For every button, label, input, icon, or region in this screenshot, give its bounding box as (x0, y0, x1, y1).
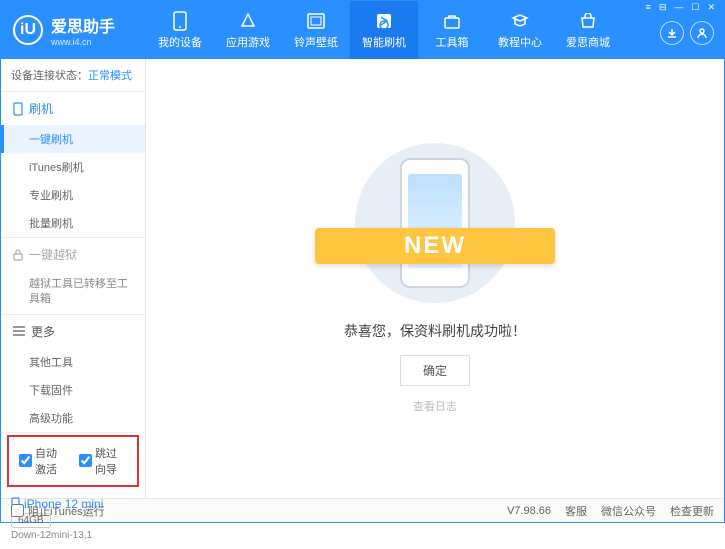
checkbox-input[interactable] (19, 454, 32, 467)
nav-store[interactable]: 爱思商城 (554, 1, 622, 59)
device-firmware: Down-12mini-13,1 (11, 530, 135, 541)
nav-apps[interactable]: 应用游戏 (214, 1, 282, 59)
nav-label: 我的设备 (158, 34, 202, 50)
sidebar-item-itunes-flash[interactable]: iTunes刷机 (1, 153, 145, 181)
status-value: 正常模式 (88, 70, 132, 82)
support-link[interactable]: 客服 (565, 503, 587, 519)
nav-label: 智能刷机 (362, 34, 406, 50)
lock-icon (13, 249, 23, 261)
nav-flash[interactable]: 智能刷机 (350, 1, 418, 59)
nav-label: 教程中心 (498, 34, 542, 50)
device-status: 设备连接状态：正常模式 (1, 59, 145, 92)
sidebar-item-pro-flash[interactable]: 专业刷机 (1, 181, 145, 209)
phone-icon (170, 11, 190, 31)
options-highlighted-box: 自动激活 跳过向导 (7, 435, 139, 487)
wallpaper-icon (306, 11, 326, 31)
checkbox-input[interactable] (11, 504, 24, 517)
nav-ringtones[interactable]: 铃声壁纸 (282, 1, 350, 59)
view-log-link[interactable]: 查看日志 (413, 398, 457, 414)
sidebar-label: 更多 (31, 323, 55, 340)
nav-toolbox[interactable]: 工具箱 (418, 1, 486, 59)
sidebar-item-download-firmware[interactable]: 下载固件 (1, 376, 145, 404)
sidebar-flash-title[interactable]: 刷机 (1, 92, 145, 125)
wechat-link[interactable]: 微信公众号 (601, 503, 656, 519)
app-title: 爱思助手 (51, 13, 115, 37)
nav-label: 爱思商城 (566, 34, 610, 50)
sidebar-item-batch-flash[interactable]: 批量刷机 (1, 209, 145, 237)
nav-label: 应用游戏 (226, 34, 270, 50)
phone-illustration (400, 158, 470, 288)
success-message: 恭喜您，保资料刷机成功啦！ (344, 321, 526, 341)
sidebar-item-other-tools[interactable]: 其他工具 (1, 348, 145, 376)
main-content: NEW 恭喜您，保资料刷机成功啦！ 确定 查看日志 (146, 59, 724, 498)
sidebar-jailbreak-title: 一键越狱 (1, 238, 145, 271)
store-icon (578, 11, 598, 31)
nav-label: 工具箱 (436, 34, 469, 50)
menu-icon[interactable]: ≡ (643, 2, 654, 13)
user-icon[interactable] (690, 21, 714, 45)
block-itunes-checkbox[interactable]: 阻止iTunes运行 (11, 503, 105, 519)
checkbox-label: 自动激活 (35, 445, 67, 477)
sidebar-more-title[interactable]: 更多 (1, 315, 145, 348)
tutorials-icon (510, 11, 530, 31)
nav-label: 铃声壁纸 (294, 34, 338, 50)
status-label: 设备连接状态： (11, 70, 88, 82)
sidebar-label: 刷机 (29, 100, 53, 117)
nav-my-device[interactable]: 我的设备 (146, 1, 214, 59)
toolbox-icon (442, 11, 462, 31)
download-icon[interactable] (660, 21, 684, 45)
check-update-link[interactable]: 检查更新 (670, 503, 714, 519)
success-illustration: NEW (355, 143, 515, 303)
checkbox-label: 阻止iTunes运行 (28, 503, 105, 519)
skip-setup-checkbox[interactable]: 跳过向导 (79, 445, 127, 477)
app-header: iU 爱思助手 www.i4.cn 我的设备 应用游戏 铃声壁纸 智能刷机 工具… (1, 1, 724, 59)
apps-icon (238, 11, 258, 31)
more-icon (13, 326, 25, 336)
logo-area: iU 爱思助手 www.i4.cn (1, 13, 146, 47)
sidebar-label: 一键越狱 (29, 246, 77, 263)
flash-icon (374, 11, 394, 31)
device-info[interactable]: iPhone 12 mini 64GB Down-12mini-13,1 (1, 489, 145, 549)
phone-small-icon (13, 102, 23, 116)
app-url: www.i4.cn (51, 37, 115, 47)
checkbox-label: 跳过向导 (95, 445, 127, 477)
auto-activate-checkbox[interactable]: 自动激活 (19, 445, 67, 477)
sidebar-item-advanced[interactable]: 高级功能 (1, 404, 145, 432)
version-label: V7.98.66 (507, 505, 551, 517)
logo-icon: iU (13, 15, 43, 45)
nav-tutorials[interactable]: 教程中心 (486, 1, 554, 59)
new-banner: NEW (315, 228, 555, 264)
checkbox-input[interactable] (79, 454, 92, 467)
sidebar: 设备连接状态：正常模式 刷机 一键刷机 iTunes刷机 专业刷机 批量刷机 一… (1, 59, 146, 498)
main-nav: 我的设备 应用游戏 铃声壁纸 智能刷机 工具箱 教程中心 爱思商城 (146, 1, 724, 59)
confirm-button[interactable]: 确定 (400, 355, 470, 386)
jailbreak-notice: 越狱工具已转移至工具箱 (1, 271, 145, 314)
sidebar-item-oneclick-flash[interactable]: 一键刷机 (1, 125, 145, 153)
